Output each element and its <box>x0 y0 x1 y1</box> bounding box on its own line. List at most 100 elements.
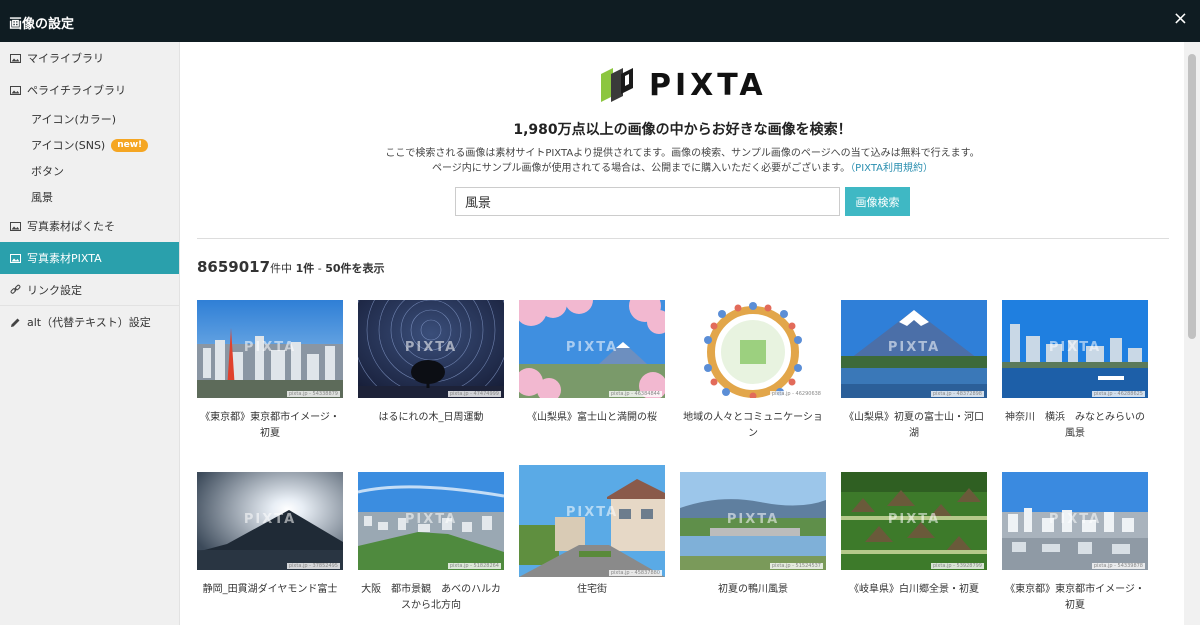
result-thumbnail[interactable]: PIXTA pixta.jp - 46384844 <box>519 300 665 398</box>
result-caption: 住宅街 <box>577 584 607 595</box>
result-caption: 神奈川 横浜 みなとみらいの風景 <box>1005 412 1145 439</box>
result-to: 50件を表示 <box>325 262 385 275</box>
result-thumbnail[interactable]: PIXTA pixta.jp - 45837880 <box>519 465 665 577</box>
watermark: PIXTA <box>565 505 619 520</box>
result-card[interactable]: PIXTA pixta.jp - 47474999 はるにれの木_日周運動 <box>358 300 504 426</box>
sidebar-subitem-landscape[interactable]: 風景 <box>0 184 179 210</box>
result-card[interactable]: PIXTA pixta.jp - 37852495 静岡_田貫湖ダイヤモンド富士 <box>197 472 343 598</box>
result-caption: 《岐阜県》白川郷全景・初夏 <box>849 584 979 595</box>
sidebar-item-label: 風景 <box>31 191 53 204</box>
watermark: PIXTA <box>404 512 458 527</box>
sidebar-item-label: マイライブラリ <box>27 52 104 65</box>
result-caption: 静岡_田貫湖ダイヤモンド富士 <box>202 584 338 595</box>
result-caption: 《山梨県》富士山と満開の桜 <box>527 412 657 423</box>
close-icon[interactable]: × <box>1173 9 1188 29</box>
sidebar-item-pixta[interactable]: 写真素材PIXTA <box>0 242 179 274</box>
terms-link[interactable]: （PIXTA利用規約） <box>850 163 933 174</box>
result-thumbnail[interactable]: PIXTA pixta.jp - 48372898 <box>841 300 987 398</box>
result-caption: 《東京都》東京都市イメージ・初夏 <box>1005 584 1145 611</box>
search-button[interactable]: 画像検索 <box>845 187 910 216</box>
community-illustration <box>680 300 826 398</box>
image-icon <box>10 85 21 95</box>
sidebar-subitem-icon-sns[interactable]: アイコン(SNS) new! <box>0 132 179 158</box>
result-caption: 《山梨県》初夏の富士山・河口湖 <box>844 412 984 439</box>
result-thumbnail[interactable]: PIXTA pixta.jp - 54338879 <box>197 300 343 398</box>
search-input[interactable] <box>455 187 840 216</box>
result-from: 1件 <box>295 262 315 275</box>
image-id: pixta.jp - 48372898 <box>930 391 984 397</box>
image-id: pixta.jp - 54338879 <box>286 391 340 397</box>
result-card[interactable]: pixta.jp - 46290638 地域の人々とコミュニケーション <box>680 300 826 442</box>
description-line-2: ページ内にサンプル画像が使用されてる場合は、公開までに購入いただく必要がございま… <box>181 161 1184 176</box>
scrollbar[interactable] <box>1184 42 1200 625</box>
watermark: PIXTA <box>404 340 458 355</box>
result-caption: はるにれの木_日周運動 <box>378 412 484 423</box>
image-id: pixta.jp - 51828264 <box>447 563 501 569</box>
link-icon <box>10 284 21 294</box>
sidebar-item-peraichi-library[interactable]: ペライチライブラリ <box>0 74 179 106</box>
image-id: pixta.jp - 47474999 <box>447 391 501 397</box>
image-icon <box>10 253 21 263</box>
sidebar-item-label: ペライチライブラリ <box>27 84 126 97</box>
description-line-1: ここで検索される画像は素材サイトPIXTAより提供されてます。画像の検索、サンプ… <box>385 148 980 159</box>
image-icon <box>10 53 21 63</box>
sidebar-item-label: アイコン(カラー) <box>31 113 117 126</box>
result-card[interactable]: PIXTA pixta.jp - 51524537 初夏の鴨川風景 <box>680 472 826 598</box>
sidebar-subitem-icon-color[interactable]: アイコン(カラー) <box>0 106 179 132</box>
sidebar-item-pakutaso[interactable]: 写真素材ぱくたそ <box>0 210 179 242</box>
result-card[interactable]: PIXTA pixta.jp - 46288625 神奈川 横浜 みなとみらいの… <box>1002 300 1148 442</box>
sidebar-item-my-library[interactable]: マイライブラリ <box>0 42 179 74</box>
sidebar-item-label: 写真素材PIXTA <box>27 252 102 265</box>
result-card[interactable]: PIXTA pixta.jp - 54339878 《東京都》東京都市イメージ・… <box>1002 472 1148 614</box>
watermark: PIXTA <box>565 340 619 355</box>
pencil-icon <box>11 318 20 327</box>
sidebar-item-link-settings[interactable]: リンク設定 <box>0 274 179 306</box>
result-total: 8659017 <box>197 258 271 276</box>
result-caption: 地域の人々とコミュニケーション <box>683 412 823 439</box>
image-id: pixta.jp - 46384844 <box>608 391 662 397</box>
result-thumbnail[interactable]: PIXTA pixta.jp - 46288625 <box>1002 300 1148 398</box>
watermark: PIXTA <box>1048 512 1102 527</box>
result-thumbnail[interactable]: PIXTA pixta.jp - 37852495 <box>197 472 343 570</box>
image-id: pixta.jp - 46290638 <box>769 391 823 397</box>
result-thumbnail[interactable]: PIXTA pixta.jp - 54339878 <box>1002 472 1148 570</box>
headline: 1,980万点以上の画像の中からお好きな画像を検索！ <box>513 122 852 138</box>
result-thumbnail[interactable]: pixta.jp - 46290638 <box>680 300 826 398</box>
sidebar-item-alt-settings[interactable]: alt（代替テキスト）設定 <box>0 306 179 338</box>
main-content: PIXTA 1,980万点以上の画像の中からお好きな画像を検索！ ここで検索され… <box>181 42 1184 625</box>
pixta-logo: PIXTA <box>599 66 767 104</box>
sidebar-subitem-button[interactable]: ボタン <box>0 158 179 184</box>
result-card[interactable]: PIXTA pixta.jp - 51828264 大阪 都市景観 あべのハルカ… <box>358 472 504 614</box>
result-count: 8659017件中 1件 - 50件を表示 <box>197 258 385 276</box>
modal-header: 画像の設定 × <box>0 0 1200 42</box>
divider <box>197 238 1169 239</box>
result-card[interactable]: PIXTA pixta.jp - 46384844 《山梨県》富士山と満開の桜 <box>519 300 665 426</box>
result-card[interactable]: PIXTA pixta.jp - 45837880 住宅街 <box>519 465 665 598</box>
sidebar-item-label: リンク設定 <box>27 283 82 297</box>
result-card[interactable]: PIXTA pixta.jp - 54338879 《東京都》東京都市イメージ・… <box>197 300 343 442</box>
description-line-2-text: ページ内にサンプル画像が使用されてる場合は、公開までに購入いただく必要がございま… <box>431 163 851 174</box>
result-thumbnail[interactable]: PIXTA pixta.jp - 51828264 <box>358 472 504 570</box>
image-id: pixta.jp - 45837880 <box>608 570 662 576</box>
scrollbar-thumb[interactable] <box>1188 54 1196 339</box>
watermark: PIXTA <box>243 512 297 527</box>
watermark: PIXTA <box>887 512 941 527</box>
sidebar: マイライブラリ ペライチライブラリ アイコン(カラー) アイコン(SNS) ne… <box>0 42 180 625</box>
image-id: pixta.jp - 46288625 <box>1091 391 1145 397</box>
sidebar-item-label: 写真素材ぱくたそ <box>27 220 115 233</box>
result-dash: - <box>314 262 326 275</box>
modal-title: 画像の設定 <box>9 17 75 32</box>
result-thumbnail[interactable]: PIXTA pixta.jp - 53928799 <box>841 472 987 570</box>
result-of: 件中 <box>270 262 293 275</box>
result-card[interactable]: PIXTA pixta.jp - 48372898 《山梨県》初夏の富士山・河口… <box>841 300 987 442</box>
description: ここで検索される画像は素材サイトPIXTAより提供されてます。画像の検索、サンプ… <box>181 146 1184 176</box>
result-thumbnail[interactable]: PIXTA pixta.jp - 51524537 <box>680 472 826 570</box>
watermark: PIXTA <box>243 340 297 355</box>
watermark: PIXTA <box>887 340 941 355</box>
result-thumbnail[interactable]: PIXTA pixta.jp - 47474999 <box>358 300 504 398</box>
result-card[interactable]: PIXTA pixta.jp - 53928799 《岐阜県》白川郷全景・初夏 <box>841 472 987 598</box>
image-id: pixta.jp - 37852495 <box>286 563 340 569</box>
pixta-logo-icon <box>601 68 633 102</box>
watermark: PIXTA <box>1048 340 1102 355</box>
image-icon <box>10 221 21 231</box>
